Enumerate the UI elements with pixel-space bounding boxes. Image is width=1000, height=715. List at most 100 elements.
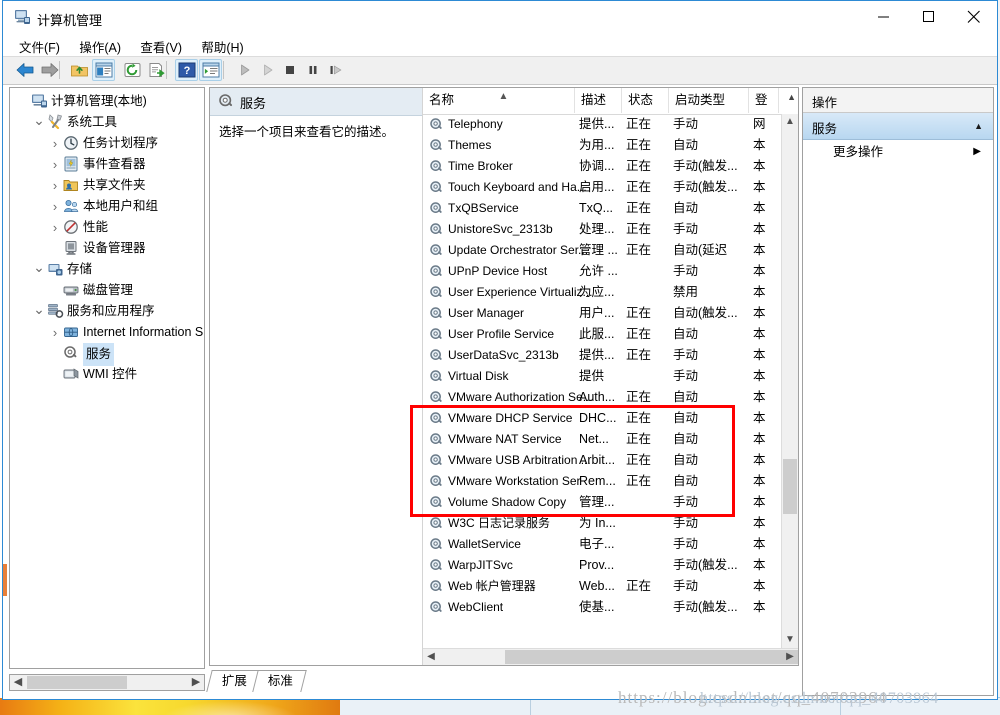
- minimize-icon[interactable]: [861, 1, 906, 32]
- service-row[interactable]: Virtual Disk 提供 手动 本: [423, 366, 781, 387]
- service-row[interactable]: WalletService 电子... 手动 本: [423, 534, 781, 555]
- service-row[interactable]: UnistoreSvc_2313b 处理... 正在 手动 本: [423, 219, 781, 240]
- service-row[interactable]: Telephony 提供... 正在 手动 网: [423, 114, 781, 135]
- show-action-pane-icon[interactable]: [199, 59, 222, 81]
- tree-item-event-viewer[interactable]: › 事件查看器: [10, 154, 204, 175]
- tree-item-label: Internet Information S: [83, 325, 204, 339]
- service-row[interactable]: Volume Shadow Copy 管理... 手动 本: [423, 492, 781, 513]
- chevron-right-icon[interactable]: ›: [48, 133, 62, 154]
- header-scroll-up-icon[interactable]: ▲: [787, 92, 796, 102]
- scroll-left-arrow-icon[interactable]: ◀: [423, 649, 439, 665]
- menu-action[interactable]: 操作(A): [71, 35, 129, 58]
- service-startup-type: 手动(触发...: [673, 558, 738, 572]
- menu-help[interactable]: 帮助(H): [193, 35, 251, 58]
- export-list-icon[interactable]: [145, 59, 168, 81]
- show-hide-tree-icon[interactable]: [92, 59, 115, 81]
- chevron-right-icon[interactable]: ›: [48, 175, 62, 196]
- scrollbar-thumb[interactable]: [27, 676, 127, 689]
- tab-standard[interactable]: 标准: [252, 670, 308, 692]
- service-row[interactable]: VMware DHCP Service DHC... 正在 自动 本: [423, 408, 781, 429]
- column-header-name[interactable]: 名称 ▲: [423, 88, 575, 113]
- service-description: Arbit...: [579, 453, 616, 467]
- scrollbar-thumb[interactable]: [783, 459, 797, 514]
- service-row[interactable]: Web 帐户管理器 Web... 正在 手动 本: [423, 576, 781, 597]
- service-row[interactable]: WarpJITSvc Prov... 手动(触发... 本: [423, 555, 781, 576]
- action-more-actions[interactable]: 更多操作 ▶: [803, 140, 993, 164]
- resume-service-icon[interactable]: [256, 59, 279, 81]
- tree-item-shared-folders[interactable]: › 共享文件夹: [10, 175, 204, 196]
- tree-item-device-manager[interactable]: 设备管理器: [10, 238, 204, 259]
- chevron-down-icon[interactable]: ⌄: [32, 259, 46, 275]
- tree-item-label: 性能: [83, 220, 109, 234]
- scroll-down-arrow-icon[interactable]: ▼: [782, 632, 798, 648]
- scrollbar-thumb[interactable]: [505, 650, 798, 664]
- list-horizontal-scrollbar[interactable]: ◀ ▶: [423, 648, 798, 665]
- tree-item-wmi-control[interactable]: WMI 控件: [10, 364, 204, 385]
- list-vertical-scrollbar[interactable]: ▲ ▼: [781, 114, 798, 648]
- tree-item-iis[interactable]: › Internet Information S: [10, 322, 204, 343]
- service-row[interactable]: UserDataSvc_2313b 提供... 正在 手动 本: [423, 345, 781, 366]
- stop-service-icon[interactable]: [278, 59, 301, 81]
- service-row[interactable]: User Profile Service 此服... 正在 自动 本: [423, 324, 781, 345]
- service-row[interactable]: VMware Authorization Se... Auth... 正在 自动 本: [423, 387, 781, 408]
- column-header-label: 描述: [581, 93, 607, 107]
- service-row[interactable]: TxQBService TxQ... 正在 自动 本: [423, 198, 781, 219]
- service-row[interactable]: VMware NAT Service Net... 正在 自动 本: [423, 429, 781, 450]
- service-row[interactable]: Touch Keyboard and Ha... 启用... 正在 手动(触发... 本: [423, 177, 781, 198]
- chevron-right-icon[interactable]: ›: [48, 196, 62, 217]
- service-row[interactable]: W3C 日志记录服务 为 In... 手动 本: [423, 513, 781, 534]
- column-header-status[interactable]: 状态: [622, 88, 669, 113]
- close-icon[interactable]: [951, 1, 996, 32]
- back-icon[interactable]: [13, 59, 36, 81]
- chevron-right-icon[interactable]: ›: [48, 154, 62, 175]
- chevron-down-icon[interactable]: ⌄: [32, 112, 46, 128]
- service-row[interactable]: Update Orchestrator Ser... 管理 ... 正在 自动(延迟 本: [423, 240, 781, 261]
- service-row[interactable]: UPnP Device Host 允许 ... 手动 本: [423, 261, 781, 282]
- pause-service-icon[interactable]: [301, 59, 324, 81]
- chevron-up-icon[interactable]: ▲: [974, 121, 983, 131]
- service-name: User Experience Virtualiz...: [448, 285, 593, 299]
- forward-icon[interactable]: [38, 59, 61, 81]
- service-row[interactable]: VMware Workstation Ser Rem... 正在 自动 本: [423, 471, 781, 492]
- scroll-up-arrow-icon[interactable]: ▲: [782, 114, 798, 130]
- tree-horizontal-scrollbar[interactable]: ◀ ▶: [9, 674, 205, 691]
- scroll-right-arrow-icon[interactable]: ▶: [782, 649, 798, 665]
- service-row[interactable]: User Manager 用户... 正在 自动(触发... 本: [423, 303, 781, 324]
- scroll-left-arrow-icon[interactable]: ◀: [10, 675, 26, 690]
- tree-item-local-users-groups[interactable]: › 本地用户和组: [10, 196, 204, 217]
- chevron-right-icon[interactable]: ›: [48, 217, 62, 238]
- column-header-description[interactable]: 描述: [575, 88, 622, 113]
- column-header-startup-type[interactable]: 启动类型: [669, 88, 749, 113]
- service-row[interactable]: User Experience Virtualiz... 为应... 禁用 本: [423, 282, 781, 303]
- help-icon[interactable]: ?: [175, 59, 198, 81]
- tree-item-services-and-applications[interactable]: ⌄ 服务和应用程序: [10, 301, 204, 322]
- tree-item-performance[interactable]: › 性能: [10, 217, 204, 238]
- tree-item-computer-management[interactable]: 计算机管理(本地): [10, 91, 204, 112]
- actions-section-services[interactable]: 服务 ▲: [803, 113, 993, 140]
- refresh-icon[interactable]: [121, 59, 144, 81]
- services-apps-icon: [47, 303, 65, 319]
- scroll-right-arrow-icon[interactable]: ▶: [188, 675, 204, 690]
- start-service-icon[interactable]: [233, 59, 256, 81]
- menu-file[interactable]: 文件(F): [11, 35, 68, 58]
- tree-item-disk-management[interactable]: 磁盘管理: [10, 280, 204, 301]
- menu-view[interactable]: 查看(V): [132, 35, 190, 58]
- service-row[interactable]: Time Broker 协调... 正在 手动(触发... 本: [423, 156, 781, 177]
- service-row[interactable]: WebClient 使基... 手动(触发... 本: [423, 597, 781, 618]
- tree-item-system-tools[interactable]: ⌄ 系统工具: [10, 112, 204, 133]
- tree-item-task-scheduler[interactable]: › 任务计划程序: [10, 133, 204, 154]
- chevron-down-icon[interactable]: ⌄: [32, 301, 46, 317]
- service-startup-type: 手动(触发...: [673, 159, 738, 173]
- service-row[interactable]: Themes 为用... 正在 自动 本: [423, 135, 781, 156]
- service-row[interactable]: VMware USB Arbitration ... Arbit... 正在 自动 本: [423, 450, 781, 471]
- chevron-right-icon[interactable]: ›: [48, 322, 62, 343]
- service-logon-as: 本: [753, 432, 766, 446]
- up-folder-icon[interactable]: [68, 59, 91, 81]
- restart-service-icon[interactable]: [324, 59, 347, 81]
- maximize-icon[interactable]: [906, 1, 951, 32]
- tree-item-storage[interactable]: ⌄ 存储: [10, 259, 204, 280]
- service-logon-as: 本: [753, 516, 766, 530]
- tree-item-services[interactable]: 服务: [10, 343, 204, 366]
- service-startup-type: 自动: [673, 390, 699, 404]
- column-header-logon-as[interactable]: 登: [749, 88, 779, 113]
